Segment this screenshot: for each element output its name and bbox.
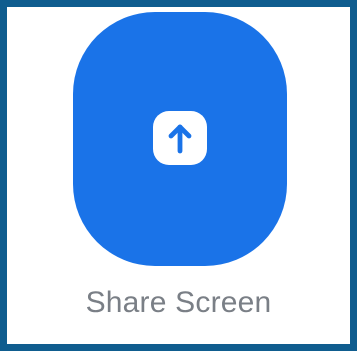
share-screen-label: Share Screen [85,286,272,319]
arrow-up-icon [168,124,192,154]
share-screen-button[interactable]: Share Screen [7,7,350,344]
share-screen-tile[interactable] [73,12,287,266]
screen-panel-icon [153,111,207,165]
share-screen-frame: Share Screen [0,0,357,351]
